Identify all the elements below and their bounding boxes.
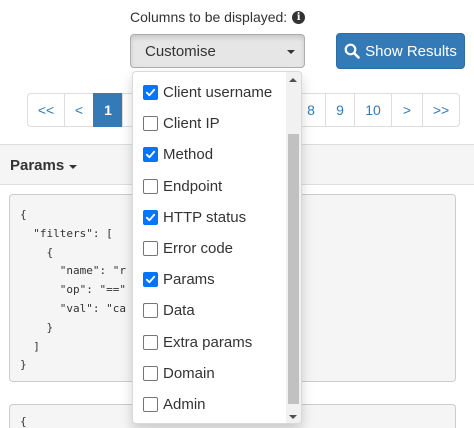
columns-label-text: Columns to be displayed: [130, 9, 288, 25]
pagination-item[interactable]: 1 [93, 93, 123, 127]
checkbox[interactable] [143, 334, 158, 350]
column-option[interactable]: Data [133, 295, 287, 326]
column-option[interactable]: Endpoint [133, 171, 287, 202]
column-option[interactable]: Error code [133, 233, 287, 264]
params-heading-label: Params [10, 157, 65, 174]
column-option-label: Endpoint [163, 177, 223, 195]
column-option[interactable]: Client username [133, 77, 287, 108]
columns-select[interactable]: Customise [130, 34, 305, 68]
checkbox[interactable] [143, 116, 158, 132]
column-option-label: Domain [163, 364, 215, 382]
dropdown-scrollbar[interactable] [286, 72, 301, 423]
checkbox[interactable] [143, 178, 158, 194]
column-option-label: Error code [163, 240, 234, 258]
show-results-button[interactable]: Show Results [336, 33, 465, 69]
checkbox-checked[interactable] [143, 272, 158, 288]
params-heading[interactable]: Params [10, 157, 78, 174]
show-results-label: Show Results [365, 42, 457, 60]
pagination-item[interactable]: > [391, 93, 423, 127]
column-option[interactable]: Extra params [133, 327, 287, 358]
column-option-label: HTTP status [163, 208, 247, 226]
column-option-label: Method [163, 146, 214, 164]
columns-label: Columns to be displayed: i [130, 9, 306, 25]
column-option-label: Data [163, 302, 195, 320]
checkbox-checked[interactable] [143, 147, 158, 163]
column-option-label: Admin [163, 395, 206, 413]
pagination-item[interactable]: << [27, 93, 65, 127]
caret-down-icon [287, 50, 295, 54]
pagination-item[interactable]: 9 [325, 93, 355, 127]
scrollbar-thumb[interactable] [288, 134, 299, 404]
columns-dropdown-menu: Client username Client IP Method Endpoint HT… [132, 71, 302, 424]
scroll-down-arrow-icon[interactable] [289, 415, 297, 419]
columns-select-value: Customise [145, 42, 216, 60]
pagination-item[interactable]: 10 [354, 93, 392, 127]
checkbox[interactable] [143, 241, 158, 257]
pagination-item[interactable]: >> [422, 93, 460, 127]
column-option[interactable]: Params [133, 264, 287, 295]
caret-down-icon [69, 165, 78, 169]
checkbox-checked[interactable] [143, 85, 158, 101]
column-option-label: Client IP [163, 115, 220, 133]
column-option[interactable]: HTTP status [133, 202, 287, 233]
column-option-label: Extra params [163, 333, 253, 351]
checkbox-checked[interactable] [143, 209, 158, 225]
info-icon[interactable]: i [292, 10, 306, 24]
columns-option-list: Client username Client IP Method Endpoint HT… [133, 77, 287, 420]
column-option[interactable]: Admin [133, 389, 287, 420]
checkbox[interactable] [143, 365, 158, 381]
column-option-label: Client username [163, 84, 273, 102]
search-icon [344, 43, 360, 59]
checkbox[interactable] [143, 396, 158, 412]
column-option[interactable]: Domain [133, 358, 287, 389]
column-option-label: Params [163, 271, 215, 289]
checkbox[interactable] [143, 303, 158, 319]
scroll-up-arrow-icon[interactable] [289, 78, 297, 82]
column-option[interactable]: Client IP [133, 108, 287, 139]
pagination-item[interactable]: < [64, 93, 94, 127]
column-option[interactable]: Method [133, 139, 287, 170]
